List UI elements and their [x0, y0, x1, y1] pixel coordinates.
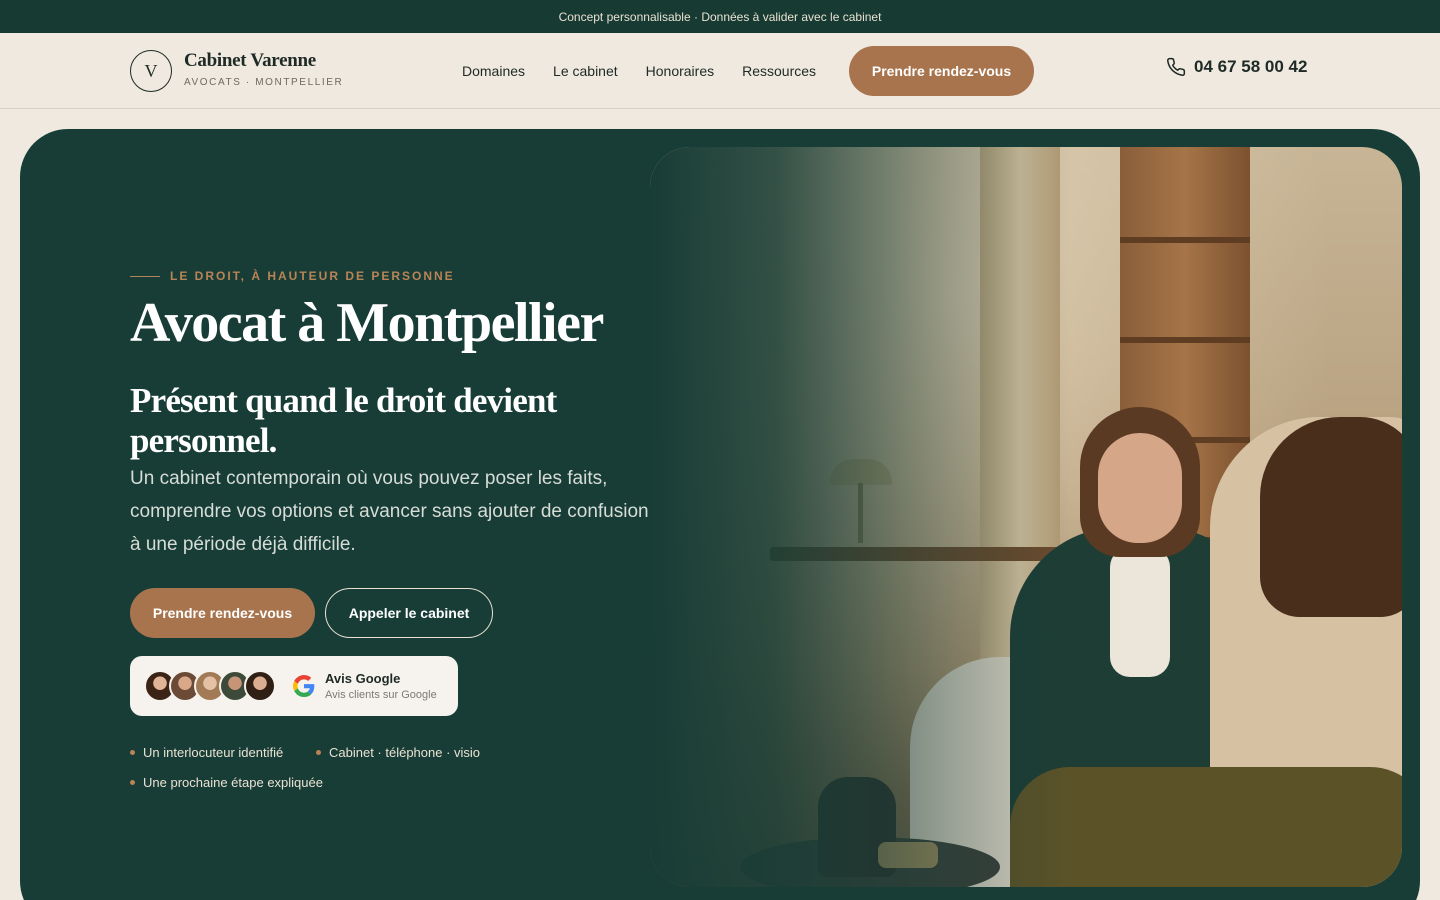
- nav-link-honoraires[interactable]: Honoraires: [646, 63, 714, 79]
- hero-appointment-button[interactable]: Prendre rendez-vous: [130, 588, 315, 638]
- reviews-title: Avis Google: [325, 671, 401, 686]
- bullet-dot: [130, 780, 135, 785]
- reviews-text: Avis Google Avis clients sur Google: [325, 671, 437, 701]
- phone-number: 04 67 58 00 42: [1194, 57, 1308, 76]
- bullet-dot: [130, 750, 135, 755]
- logo-name[interactable]: Cabinet Varenne: [184, 50, 316, 72]
- header-appointment-button[interactable]: Prendre rendez-vous: [849, 46, 1034, 96]
- nav-link-cabinet[interactable]: Le cabinet: [553, 63, 618, 79]
- hero-subtitle: Présent quand le droit devient personnel…: [130, 381, 557, 460]
- feature-text: Une prochaine étape expliquée: [143, 775, 323, 790]
- phone-icon: [1167, 57, 1186, 76]
- hero-title: Avocat à Montpellier: [130, 292, 604, 354]
- feature-text: Cabinet · téléphone · visio: [329, 745, 481, 760]
- main-nav: Domaines Le cabinet Honoraires Ressource…: [462, 33, 816, 109]
- eyebrow-text: LE DROIT, À HAUTEUR DE PERSONNE: [170, 269, 455, 283]
- site-header: V Cabinet Varenne AVOCATS · MONTPELLIER …: [0, 33, 1440, 109]
- announcement-text: Concept personnalisable · Données à vali…: [558, 9, 882, 24]
- header-phone-link[interactable]: 04 67 58 00 42: [1166, 57, 1307, 77]
- hero-lead: Un cabinet contemporain où vous pouvez p…: [130, 468, 649, 555]
- feature-item: Une prochaine étape expliquée: [130, 775, 323, 790]
- hero-photo: [650, 147, 1402, 887]
- reviews-subtitle: Avis clients sur Google: [325, 689, 437, 701]
- logo-mark[interactable]: V: [130, 50, 172, 92]
- hero-eyebrow: LE DROIT, À HAUTEUR DE PERSONNE: [130, 269, 455, 283]
- hero-call-button[interactable]: Appeler le cabinet: [325, 588, 493, 638]
- google-reviews-badge[interactable]: Avis Google Avis clients sur Google: [130, 656, 458, 716]
- bullet-dot: [316, 750, 321, 755]
- feature-text: Un interlocuteur identifié: [143, 745, 284, 760]
- nav-link-ressources[interactable]: Ressources: [742, 63, 816, 79]
- avatar: [244, 670, 276, 702]
- google-icon: [293, 675, 315, 697]
- feature-item: Cabinet · téléphone · visio: [316, 745, 480, 760]
- hero-section: LE DROIT, À HAUTEUR DE PERSONNE Avocat à…: [20, 129, 1420, 900]
- logo-subtitle: AVOCATS · MONTPELLIER: [184, 77, 344, 88]
- feature-item: Un interlocuteur identifié: [130, 745, 283, 760]
- reviewer-avatars: [144, 670, 276, 702]
- announcement-bar: Concept personnalisable · Données à vali…: [0, 0, 1440, 33]
- nav-link-domaines[interactable]: Domaines: [462, 63, 525, 79]
- eyebrow-line: [130, 275, 160, 277]
